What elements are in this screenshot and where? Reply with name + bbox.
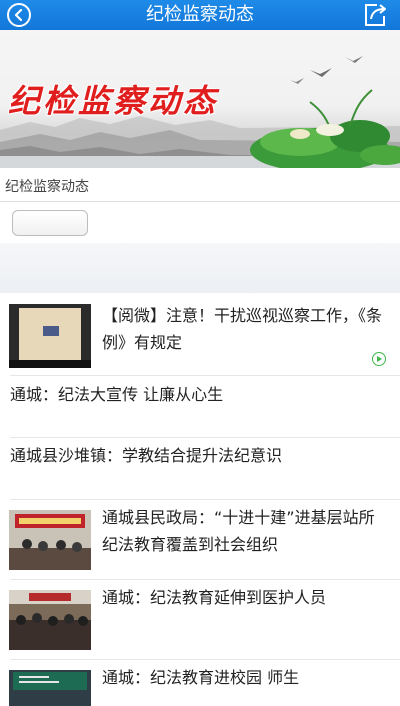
- play-icon: [372, 352, 386, 366]
- nav-bar: 纪检监察动态: [0, 0, 400, 30]
- news-thumbnail: [9, 510, 91, 570]
- list-item[interactable]: 通城：纪法大宣传 让廉从心生: [0, 376, 400, 438]
- news-title: 通城：纪法大宣传 让廉从心生: [10, 385, 224, 404]
- news-title: 通城县沙堆镇：学教结合提升法纪意识: [10, 446, 283, 465]
- news-thumbnail: [9, 670, 91, 706]
- news-title: 通城：纪法教育进校园 师生: [102, 668, 300, 687]
- section-label: 纪检监察动态: [5, 179, 89, 195]
- news-title: 通城：纪法教育延伸到医护人员: [102, 588, 327, 607]
- category-tab[interactable]: [12, 210, 88, 236]
- list-item[interactable]: 【阅微】注意！干扰巡视巡察工作，《条例》有规定: [0, 296, 400, 376]
- share-icon: [365, 4, 386, 26]
- list-item[interactable]: 通城：纪法教育进校园 师生: [0, 660, 400, 706]
- news-title: 通城县民政局：“十进十建”进基层站所 纪法教育覆盖到社会组织: [102, 508, 375, 554]
- banner-title: 纪检监察动态: [8, 82, 219, 120]
- section-divider: [0, 201, 400, 202]
- news-thumbnail: [9, 304, 91, 368]
- banner[interactable]: 纪检监察动态: [0, 30, 400, 168]
- list-item[interactable]: 通城县沙堆镇：学教结合提升法纪意识: [0, 438, 400, 500]
- list-item[interactable]: 通城县民政局：“十进十建”进基层站所 纪法教育覆盖到社会组织: [0, 500, 400, 580]
- share-button[interactable]: [362, 2, 390, 28]
- list-item[interactable]: 通城：纪法教育延伸到医护人员: [0, 580, 400, 660]
- tab-strip-background: [0, 243, 400, 293]
- news-title: 【阅微】注意！干扰巡视巡察工作，《条例》有规定: [102, 306, 383, 352]
- news-thumbnail: [9, 590, 91, 650]
- page-title: 纪检监察动态: [146, 4, 254, 25]
